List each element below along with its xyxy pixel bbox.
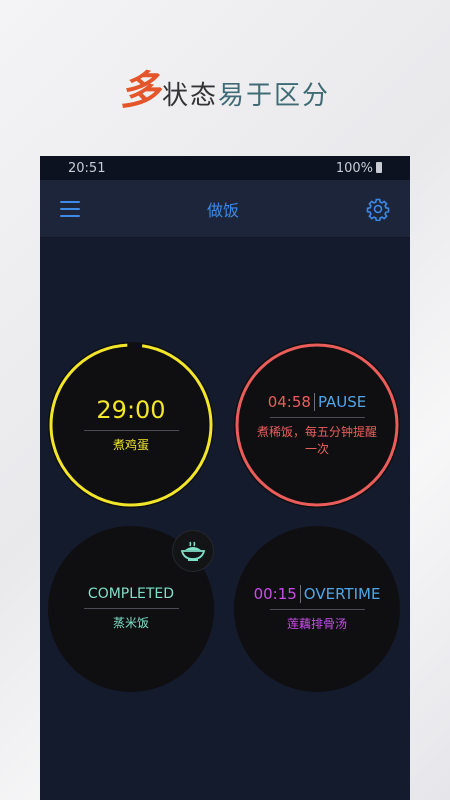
bowl-icon	[180, 541, 206, 561]
bowl-badge	[172, 530, 214, 572]
menu-icon[interactable]	[60, 200, 80, 217]
timer-card-4[interactable]: 00:15 OVERTIME 莲藕排骨汤	[234, 526, 400, 692]
promo-headline: 多状态易于区分	[0, 58, 450, 116]
timer-3-state-row: COMPLETED	[88, 586, 174, 602]
timer-3-divider	[83, 608, 179, 609]
timer-4-time: 00:15	[253, 585, 297, 603]
status-bar: 20:51 100%	[40, 156, 410, 180]
timer-1-name: 煮鸡蛋	[112, 438, 149, 452]
timer-ring-1	[49, 343, 213, 507]
promo-headline-end: 易于区分	[218, 81, 331, 111]
timer-1-time: 29:00	[96, 396, 166, 424]
timer-2-name: 煮稀饭，每五分钟提醒一次	[256, 424, 377, 456]
status-battery: 100%	[336, 161, 382, 176]
timer-4-name: 莲藕排骨汤	[286, 617, 347, 631]
phone-screen: 20:51 100% 做饭 29:00 煮鸡蛋 04:58 PAUSE 煮稀饭，每…	[40, 156, 410, 800]
timer-1-time-row: 29:00	[96, 396, 165, 424]
timer-card-2[interactable]: 04:58 PAUSE 煮稀饭，每五分钟提醒一次	[234, 342, 400, 508]
timer-4-time-row: 00:15 OVERTIME	[253, 585, 381, 603]
timer-2-state: PAUSE	[317, 392, 367, 411]
page-title: 做饭	[206, 200, 239, 220]
timer-3-state: COMPLETED	[87, 586, 175, 602]
timer-2-time-row: 04:58 PAUSE	[267, 392, 367, 411]
timer-4-divider	[269, 609, 365, 610]
timer-3-name: 蒸米饭	[112, 616, 149, 630]
app-toolbar: 做饭	[40, 180, 410, 238]
battery-text: 100%	[335, 160, 373, 176]
timer-1-divider	[83, 430, 179, 431]
promo-headline-mid: 状态	[161, 81, 218, 111]
timer-card-1[interactable]: 29:00 煮鸡蛋	[48, 342, 214, 508]
timer-2-divider	[269, 416, 365, 418]
gear-icon[interactable]	[366, 197, 390, 221]
timer-4-state: OVERTIME	[303, 585, 381, 603]
battery-icon	[376, 161, 382, 173]
status-time: 20:51	[68, 160, 106, 176]
promo-headline-big-char: 多	[119, 68, 162, 114]
timer-2-time: 04:58	[267, 392, 311, 411]
